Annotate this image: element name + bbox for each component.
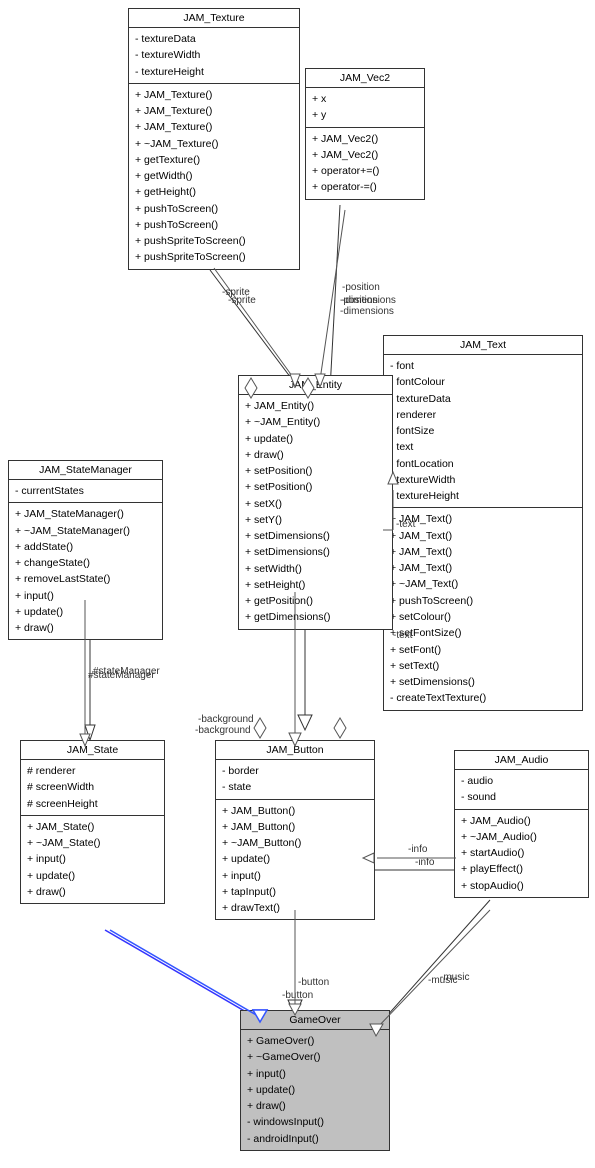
jam-vec2-title: JAM_Vec2	[306, 69, 424, 88]
button-label: -button	[282, 990, 313, 1001]
statemanager-label: #stateManager	[93, 666, 160, 677]
uml-diagram: JAM_Texture - textureData - textureWidth…	[0, 0, 595, 1168]
svg-text:-info: -info	[408, 844, 428, 855]
jam-state-box: JAM_State # renderer # screenWidth # scr…	[20, 740, 165, 904]
jam-button-box: JAM_Button - border - state + JAM_Button…	[215, 740, 375, 920]
gameover-methods: + GameOver() + ~GameOver() + input() + u…	[241, 1030, 389, 1150]
jam-audio-title: JAM_Audio	[455, 751, 588, 770]
jam-statemanager-box: JAM_StateManager - currentStates + JAM_S…	[8, 460, 163, 640]
jam-entity-methods: + JAM_Entity() + ~JAM_Entity() + update(…	[239, 395, 392, 629]
music-label: -music	[428, 975, 457, 986]
jam-text-title: JAM_Text	[384, 336, 582, 355]
jam-state-methods: + JAM_State() + ~JAM_State() + input() +…	[21, 816, 164, 903]
jam-button-attrs: - border - state	[216, 760, 374, 800]
jam-state-attrs: # renderer # screenWidth # screenHeight	[21, 760, 164, 816]
background-label: -background	[195, 725, 251, 736]
jam-statemanager-title: JAM_StateManager	[9, 461, 162, 480]
jam-texture-box: JAM_Texture - textureData - textureWidth…	[128, 8, 300, 270]
jam-entity-box: JAM_Entity + JAM_Entity() + ~JAM_Entity(…	[238, 375, 393, 630]
jam-texture-attrs: - textureData - textureWidth - textureHe…	[129, 28, 299, 84]
svg-text:-position: -position	[342, 282, 380, 293]
gameover-box: GameOver + GameOver() + ~GameOver() + in…	[240, 1010, 390, 1151]
jam-state-title: JAM_State	[21, 741, 164, 760]
sprite-label: -sprite	[228, 295, 256, 306]
jam-text-methods: + JAM_Text() + JAM_Text() + JAM_Text() +…	[384, 508, 582, 709]
text-label: -text	[393, 630, 412, 641]
svg-text:-button: -button	[298, 977, 329, 988]
gameover-title: GameOver	[241, 1011, 389, 1030]
position-dimensions-label: -position -dimensions	[340, 295, 394, 317]
jam-entity-title: JAM_Entity	[239, 376, 392, 395]
jam-vec2-attrs: + x + y	[306, 88, 424, 128]
jam-audio-methods: + JAM_Audio() + ~JAM_Audio() + startAudi…	[455, 810, 588, 897]
jam-texture-title: JAM_Texture	[129, 9, 299, 28]
jam-texture-methods: + JAM_Texture() + JAM_Texture() + JAM_Te…	[129, 84, 299, 269]
jam-vec2-box: JAM_Vec2 + x + y + JAM_Vec2() + JAM_Vec2…	[305, 68, 425, 200]
jam-statemanager-methods: + JAM_StateManager() + ~JAM_StateManager…	[9, 503, 162, 639]
jam-button-methods: + JAM_Button() + JAM_Button() + ~JAM_But…	[216, 800, 374, 920]
jam-audio-box: JAM_Audio - audio - sound + JAM_Audio() …	[454, 750, 589, 898]
svg-text:-background: -background	[198, 714, 254, 725]
jam-audio-attrs: - audio - sound	[455, 770, 588, 810]
jam-statemanager-attrs: - currentStates	[9, 480, 162, 503]
info-label: -info	[415, 857, 434, 868]
jam-button-title: JAM_Button	[216, 741, 374, 760]
jam-text-box: JAM_Text - font - fontColour - textureDa…	[383, 335, 583, 711]
jam-text-attrs: - font - fontColour - textureData - rend…	[384, 355, 582, 508]
jam-vec2-methods: + JAM_Vec2() + JAM_Vec2() + operator+=()…	[306, 128, 424, 199]
